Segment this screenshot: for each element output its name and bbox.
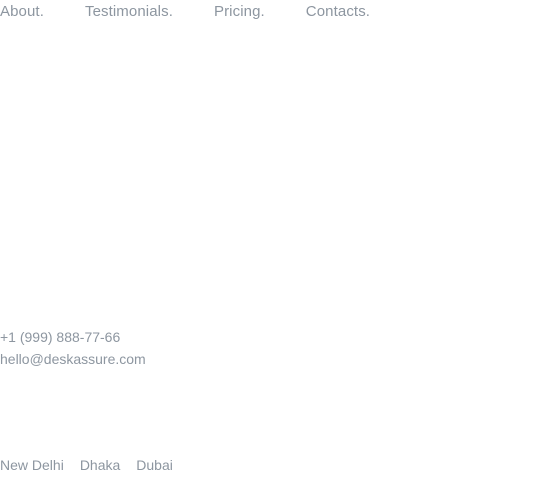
- office-locations: New Delhi Dhaka Dubai: [0, 456, 173, 474]
- contact-info: +1 (999) 888-77-66 hello@deskassure.com: [0, 326, 146, 370]
- nav-link-contacts[interactable]: Contacts.: [306, 2, 370, 22]
- location-dubai: Dubai: [136, 457, 173, 473]
- location-new-delhi: New Delhi: [0, 457, 64, 473]
- nav-link-about[interactable]: About.: [0, 2, 44, 22]
- main-navigation: About. Testimonials. Pricing. Contacts.: [0, 2, 370, 22]
- phone-link[interactable]: +1 (999) 888-77-66: [0, 326, 146, 348]
- nav-link-pricing[interactable]: Pricing.: [214, 2, 265, 22]
- email-link[interactable]: hello@deskassure.com: [0, 348, 146, 370]
- location-dhaka: Dhaka: [79, 457, 121, 473]
- nav-link-testimonials[interactable]: Testimonials.: [85, 2, 173, 22]
